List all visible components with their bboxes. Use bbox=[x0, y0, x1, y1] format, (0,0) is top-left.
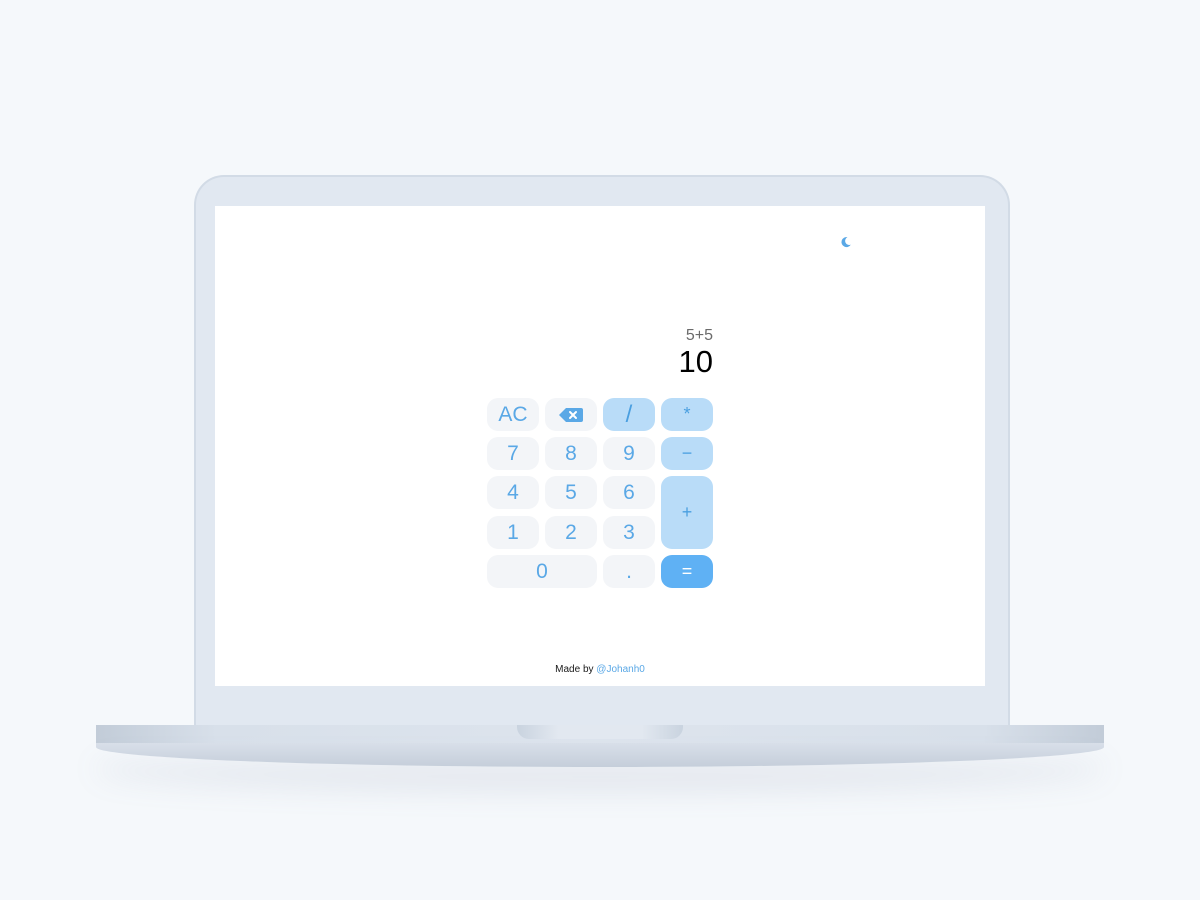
key-5[interactable]: 5 bbox=[545, 476, 597, 509]
laptop-base-shadow bbox=[96, 743, 1104, 767]
footer-credit: Made by @Johanh0 bbox=[500, 664, 700, 675]
divide-button[interactable]: / bbox=[603, 398, 655, 431]
key-0[interactable]: 0 bbox=[487, 555, 597, 588]
key-8[interactable]: 8 bbox=[545, 437, 597, 470]
footer-prefix: Made by bbox=[555, 664, 594, 675]
equals-button[interactable]: = bbox=[661, 555, 713, 588]
multiply-button[interactable]: * bbox=[661, 398, 713, 431]
laptop-notch bbox=[517, 725, 683, 739]
key-2[interactable]: 2 bbox=[545, 516, 597, 549]
backspace-button[interactable] bbox=[545, 398, 597, 431]
key-6[interactable]: 6 bbox=[603, 476, 655, 509]
plus-button[interactable]: + bbox=[661, 476, 713, 549]
backspace-icon bbox=[558, 407, 584, 423]
key-7[interactable]: 7 bbox=[487, 437, 539, 470]
result-display: 10 bbox=[678, 344, 713, 379]
key-9[interactable]: 9 bbox=[603, 437, 655, 470]
minus-button[interactable]: − bbox=[661, 437, 713, 470]
key-4[interactable]: 4 bbox=[487, 476, 539, 509]
expression-display: 5+5 bbox=[685, 327, 713, 344]
app-screen bbox=[215, 206, 985, 686]
moon-icon[interactable] bbox=[839, 234, 853, 248]
key-1[interactable]: 1 bbox=[487, 516, 539, 549]
key-3[interactable]: 3 bbox=[603, 516, 655, 549]
author-link[interactable]: @Johanh0 bbox=[596, 664, 645, 675]
clear-button[interactable]: AC bbox=[487, 398, 539, 431]
decimal-button[interactable]: . bbox=[603, 555, 655, 588]
